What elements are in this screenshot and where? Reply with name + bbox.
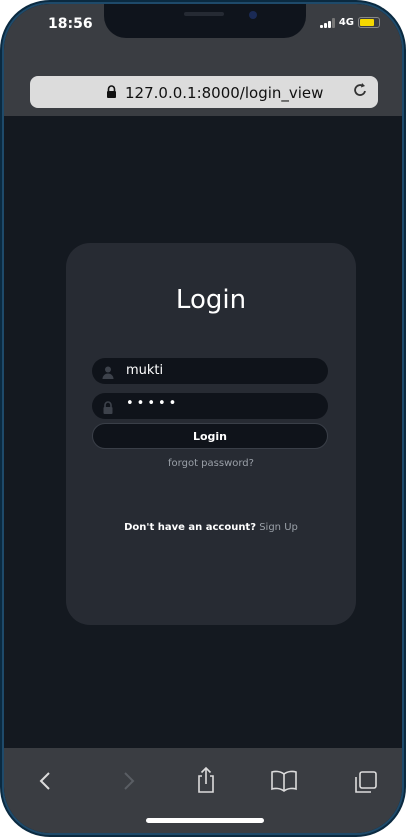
signup-prompt: Don't have an account? bbox=[124, 522, 257, 533]
username-field[interactable]: mukti bbox=[92, 358, 328, 384]
tabs-icon[interactable] bbox=[354, 770, 378, 798]
browser-address-area: 127.0.0.1:8000/login_view bbox=[4, 46, 402, 116]
network-type: 4G bbox=[338, 17, 354, 28]
url-text: 127.0.0.1:8000/login_view bbox=[125, 83, 324, 102]
forgot-password-link[interactable]: forgot password? bbox=[66, 458, 356, 469]
home-indicator[interactable] bbox=[146, 818, 264, 823]
page-title: Login bbox=[175, 285, 247, 315]
user-icon bbox=[102, 364, 114, 383]
phone-notch bbox=[104, 4, 306, 38]
share-icon[interactable] bbox=[196, 766, 216, 798]
login-card: Login mukti ••••• Login forgot password?… bbox=[66, 243, 356, 625]
forward-icon[interactable] bbox=[122, 770, 136, 796]
status-time: 18:56 bbox=[48, 16, 93, 32]
username-value: mukti bbox=[126, 363, 164, 378]
lock-field-icon bbox=[102, 399, 114, 418]
battery-icon bbox=[358, 17, 380, 28]
signup-line: Don't have an account? Sign Up bbox=[66, 522, 356, 533]
page-content: Login mukti ••••• Login forgot password?… bbox=[4, 116, 402, 748]
back-icon[interactable] bbox=[38, 770, 52, 796]
password-field[interactable]: ••••• bbox=[92, 393, 328, 419]
address-bar[interactable]: 127.0.0.1:8000/login_view bbox=[30, 76, 378, 108]
lock-icon bbox=[106, 83, 117, 102]
front-camera bbox=[249, 11, 257, 19]
status-bar: 18:56 4G bbox=[4, 4, 402, 46]
speaker-grille bbox=[184, 12, 224, 16]
phone-side-button-right bbox=[402, 180, 406, 250]
login-button[interactable]: Login bbox=[92, 423, 328, 449]
signup-link[interactable]: Sign Up bbox=[259, 522, 298, 533]
phone-frame: 18:56 4G 127.0.0.1:8000/login_view Login… bbox=[4, 4, 402, 833]
bookmarks-icon[interactable] bbox=[270, 770, 298, 796]
reload-icon[interactable] bbox=[352, 81, 368, 104]
signal-icon bbox=[319, 17, 335, 28]
password-value: ••••• bbox=[126, 396, 180, 411]
status-indicators: 4G bbox=[319, 17, 380, 28]
